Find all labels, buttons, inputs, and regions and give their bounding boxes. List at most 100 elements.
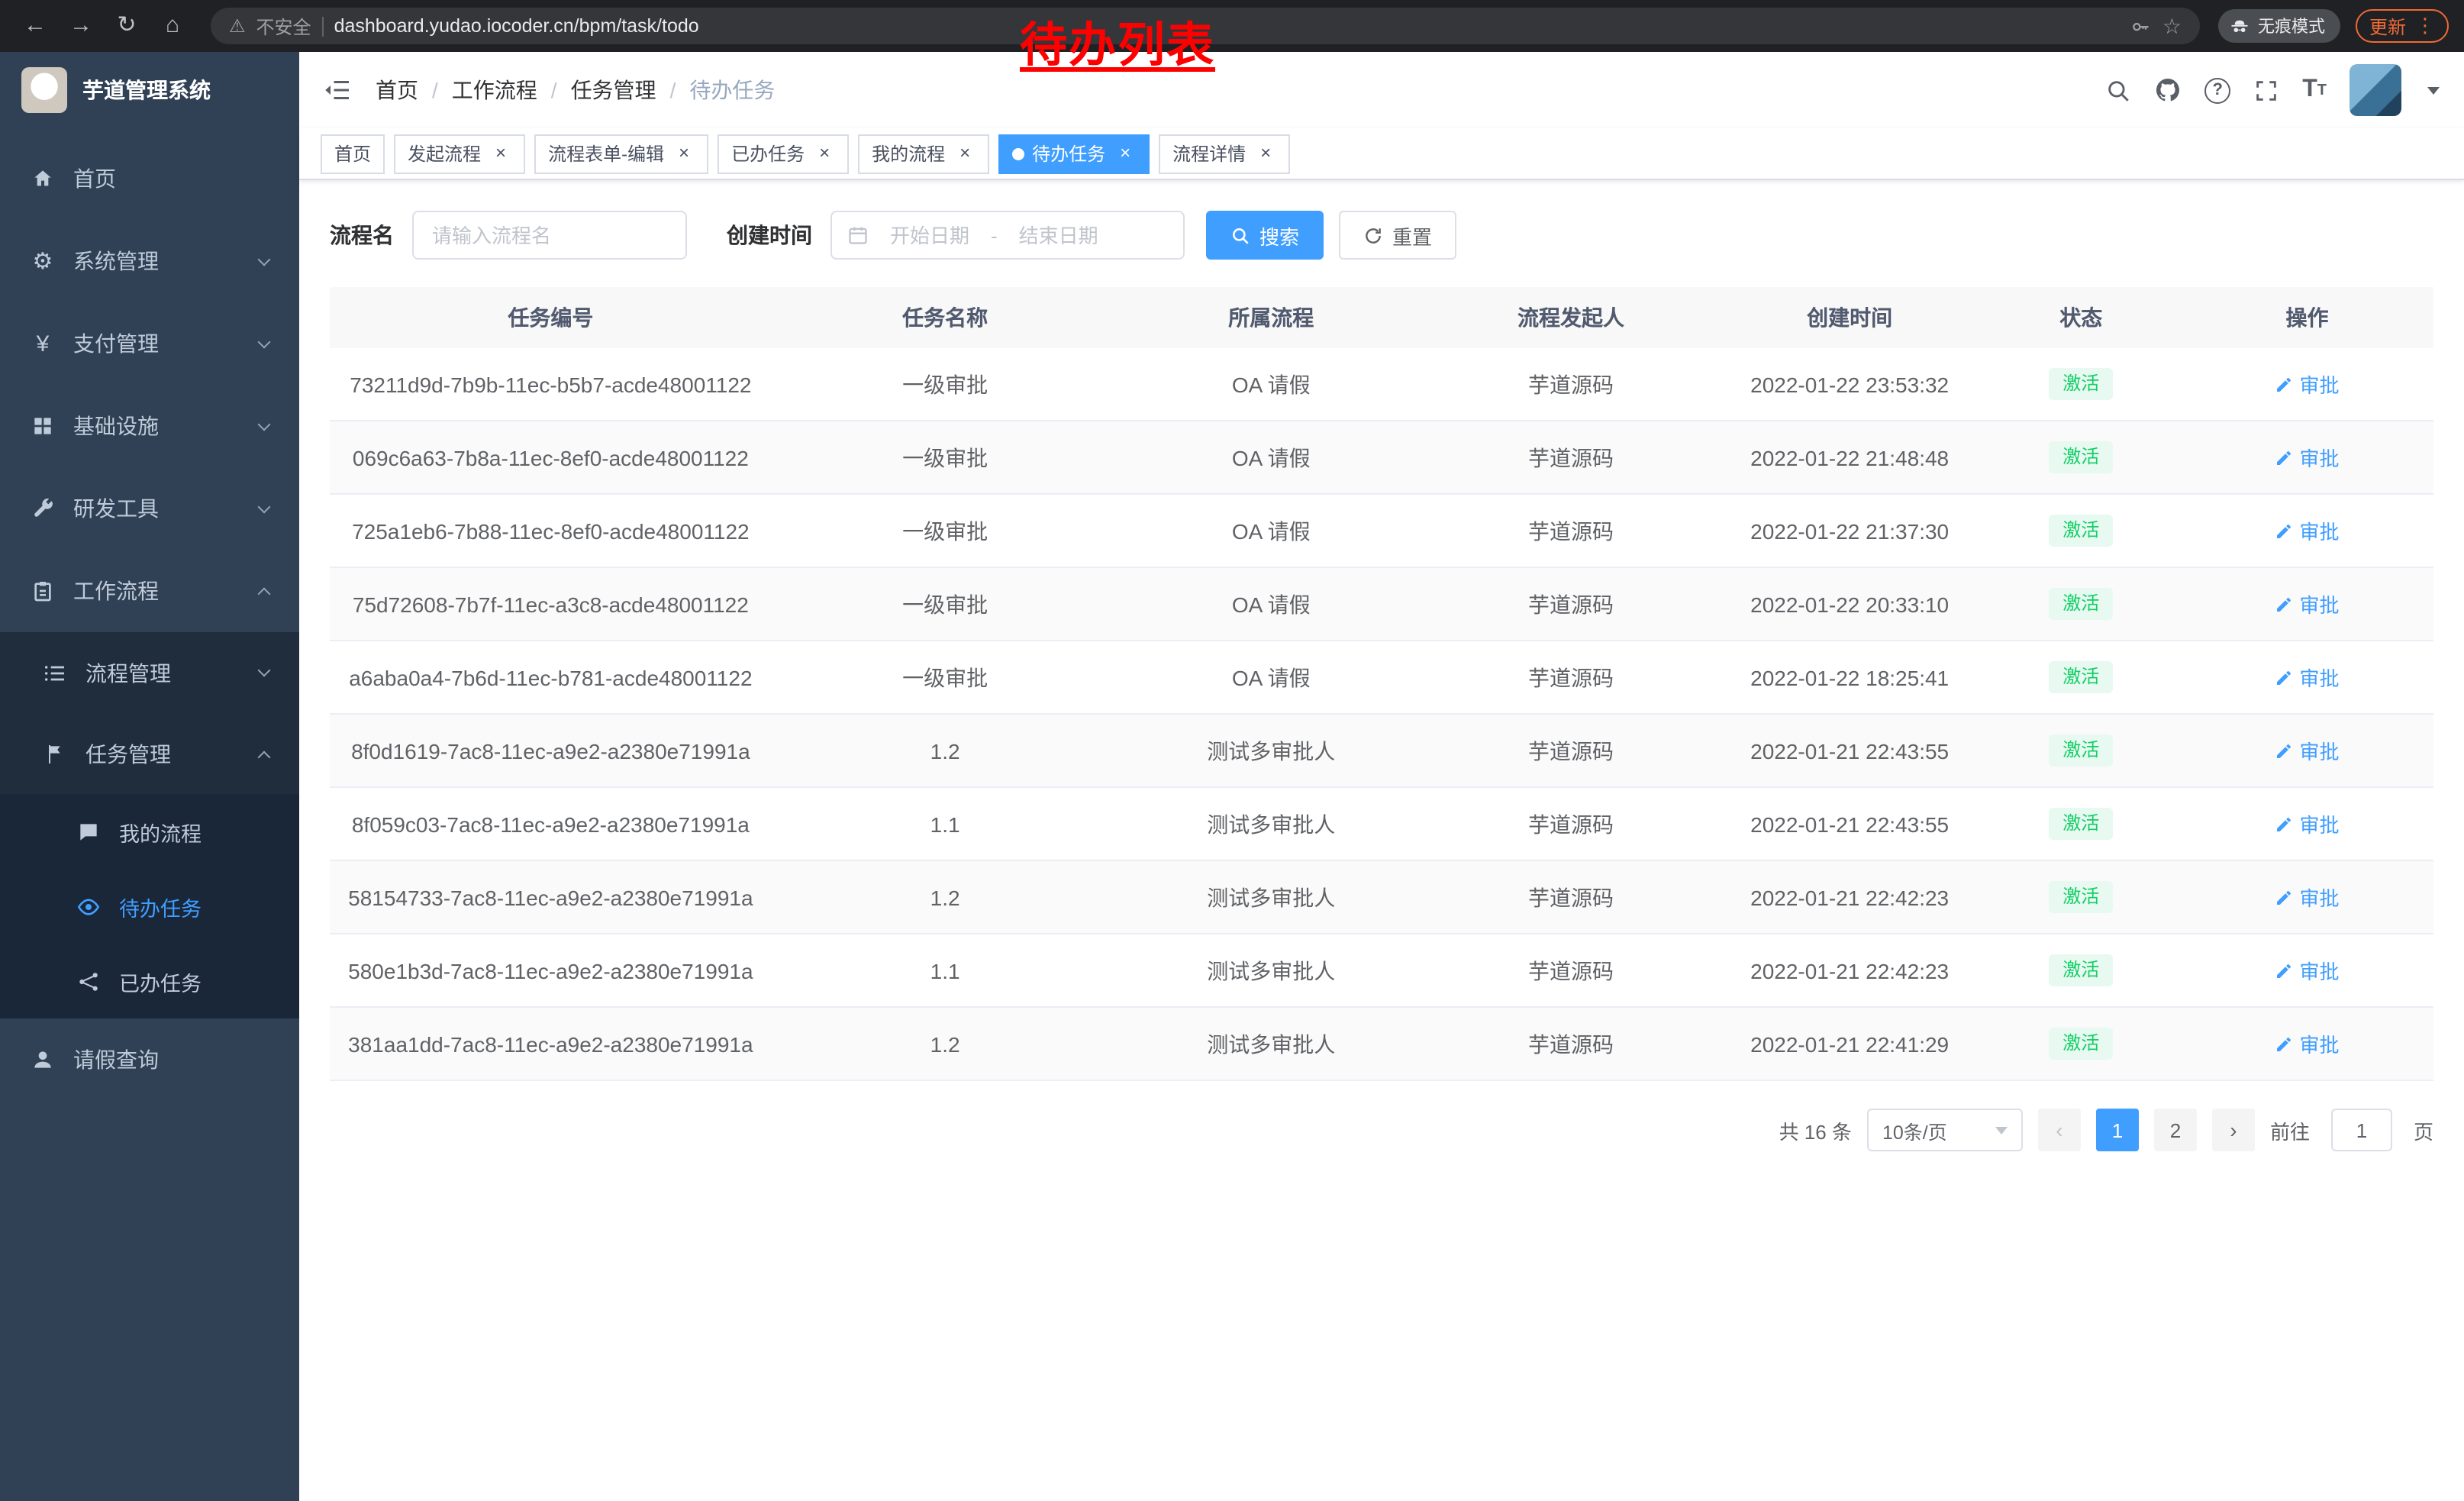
sidebar-item-task-mgmt[interactable]: 任务管理	[0, 713, 299, 794]
approve-link[interactable]: 审批	[2275, 883, 2340, 912]
close-icon[interactable]: ×	[1255, 143, 1276, 164]
github-icon[interactable]	[2154, 76, 2182, 104]
date-range-picker[interactable]: -	[830, 211, 1185, 260]
breadcrumb-item[interactable]: 工作流程	[452, 75, 537, 105]
edit-icon	[2275, 521, 2294, 540]
status-badge: 激活	[2049, 369, 2113, 400]
goto-page-input[interactable]	[2331, 1109, 2392, 1151]
process-name-input[interactable]	[412, 211, 687, 260]
column-header: 任务名称	[772, 302, 1119, 333]
back-icon[interactable]: ←	[15, 6, 55, 46]
caret-down-icon[interactable]	[2427, 86, 2440, 94]
status-cell: 激活	[1981, 369, 2181, 400]
edit-icon	[2275, 1035, 2294, 1053]
search-icon[interactable]	[2105, 77, 2131, 103]
start-date-input[interactable]	[875, 224, 985, 247]
sidebar-item-my-process[interactable]: 我的流程	[0, 794, 299, 869]
edit-icon	[2275, 888, 2294, 906]
reset-button[interactable]: 重置	[1339, 211, 1456, 260]
prev-page-button[interactable]: ‹	[2038, 1109, 2081, 1151]
url-text: dashboard.yudao.iocoder.cn/bpm/task/todo	[334, 15, 699, 37]
action-cell: 审批	[2181, 516, 2433, 545]
tab-start-process[interactable]: 发起流程×	[394, 134, 525, 173]
task-name-cell: 1.1	[772, 812, 1119, 836]
end-date-input[interactable]	[1004, 224, 1114, 247]
tab-process-detail[interactable]: 流程详情×	[1159, 134, 1290, 173]
approve-link[interactable]: 审批	[2275, 956, 2340, 985]
task-id-cell: a6aba0a4-7b6d-11ec-b781-acde48001122	[330, 665, 772, 689]
task-name-cell: 1.2	[772, 1031, 1119, 1056]
status-cell: 激活	[1981, 662, 2181, 693]
chevron-down-icon	[258, 335, 271, 348]
close-icon[interactable]: ×	[490, 143, 511, 164]
task-mgmt-submenu: 我的流程 待办任务 已办任务	[0, 794, 299, 1018]
column-header: 状态	[1981, 302, 2181, 333]
approve-link[interactable]: 审批	[2275, 1029, 2340, 1058]
breadcrumb-separator: /	[551, 78, 557, 102]
approve-link[interactable]: 审批	[2275, 516, 2340, 545]
app-logo-row[interactable]: 芋道管理系统	[0, 52, 299, 128]
close-icon[interactable]: ×	[673, 143, 695, 164]
goto-label: 前往	[2270, 1115, 2310, 1144]
home-icon[interactable]: ⌂	[153, 6, 192, 46]
chevron-down-icon	[258, 500, 271, 513]
user-avatar[interactable]	[2350, 64, 2401, 116]
approve-link[interactable]: 审批	[2275, 809, 2340, 838]
create-time-cell: 2022-01-22 20:33:10	[1718, 592, 1982, 616]
approve-link[interactable]: 审批	[2275, 589, 2340, 618]
sidebar-toggle-icon[interactable]	[324, 76, 351, 104]
refresh-icon[interactable]: ↻	[107, 6, 147, 46]
sidebar-item-label: 待办任务	[119, 891, 202, 922]
sidebar-item-todo-tasks[interactable]: 待办任务	[0, 869, 299, 944]
help-icon[interactable]: ?	[2204, 77, 2230, 103]
breadcrumb-item[interactable]: 任务管理	[571, 75, 656, 105]
key-icon[interactable]	[2130, 15, 2152, 37]
next-page-button[interactable]: ›	[2212, 1109, 2255, 1151]
tab-home[interactable]: 首页	[321, 134, 385, 173]
tab-todo-tasks[interactable]: 待办任务×	[998, 134, 1150, 173]
sidebar-item-home[interactable]: 首页	[0, 137, 299, 220]
approve-link[interactable]: 审批	[2275, 443, 2340, 472]
sidebar-item-workflow[interactable]: 工作流程	[0, 550, 299, 632]
status-cell: 激活	[1981, 809, 2181, 840]
browser-menu-icon[interactable]: ⋮	[2415, 14, 2435, 38]
status-cell: 激活	[1981, 955, 2181, 986]
bookmark-star-icon[interactable]: ☆	[2162, 13, 2182, 39]
sidebar-item-label: 研发工具	[73, 493, 159, 524]
sidebar-item-devtools[interactable]: 研发工具	[0, 467, 299, 550]
sidebar-item-system[interactable]: ⚙ 系统管理	[0, 220, 299, 302]
incognito-label: 无痕模式	[2258, 14, 2325, 38]
sidebar-item-infra[interactable]: 基础设施	[0, 385, 299, 467]
approve-link[interactable]: 审批	[2275, 370, 2340, 399]
close-icon[interactable]: ×	[1114, 143, 1136, 164]
page-size-select[interactable]: 10条/页	[1867, 1109, 2023, 1151]
search-button[interactable]: 搜索	[1206, 211, 1324, 260]
process-cell: 测试多审批人	[1118, 735, 1424, 766]
close-icon[interactable]: ×	[814, 143, 835, 164]
tab-done-tasks[interactable]: 已办任务×	[718, 134, 849, 173]
page-button-2[interactable]: 2	[2154, 1109, 2197, 1151]
approve-link[interactable]: 审批	[2275, 663, 2340, 692]
sidebar-item-leave-query[interactable]: 请假查询	[0, 1018, 299, 1101]
task-id-cell: 580e1b3d-7ac8-11ec-a9e2-a2380e71991a	[330, 958, 772, 983]
initiator-cell: 芋道源码	[1424, 955, 1718, 986]
task-id-cell: 75d72608-7b7f-11ec-a3c8-acde48001122	[330, 592, 772, 616]
breadcrumb-item[interactable]: 首页	[376, 75, 418, 105]
eye-icon	[76, 894, 101, 918]
wrench-icon	[31, 496, 55, 521]
create-time-cell: 2022-01-22 23:53:32	[1718, 372, 1982, 396]
table-row: 381aa1dd-7ac8-11ec-a9e2-a2380e71991a1.2测…	[330, 1008, 2433, 1081]
page-button-1[interactable]: 1	[2096, 1109, 2139, 1151]
approve-link[interactable]: 审批	[2275, 736, 2340, 765]
font-size-icon[interactable]: TT	[2302, 76, 2327, 104]
create-time-cell: 2022-01-21 22:43:55	[1718, 812, 1982, 836]
sidebar-item-payment[interactable]: ¥ 支付管理	[0, 302, 299, 385]
fullscreen-icon[interactable]	[2253, 77, 2279, 103]
sidebar-item-done-tasks[interactable]: 已办任务	[0, 944, 299, 1018]
close-icon[interactable]: ×	[954, 143, 976, 164]
update-button[interactable]: 更新 ⋮	[2356, 9, 2449, 43]
forward-icon[interactable]: →	[61, 6, 101, 46]
tab-process-form-edit[interactable]: 流程表单-编辑×	[534, 134, 708, 173]
sidebar-item-process-mgmt[interactable]: 流程管理	[0, 632, 299, 713]
tab-my-process[interactable]: 我的流程×	[858, 134, 989, 173]
